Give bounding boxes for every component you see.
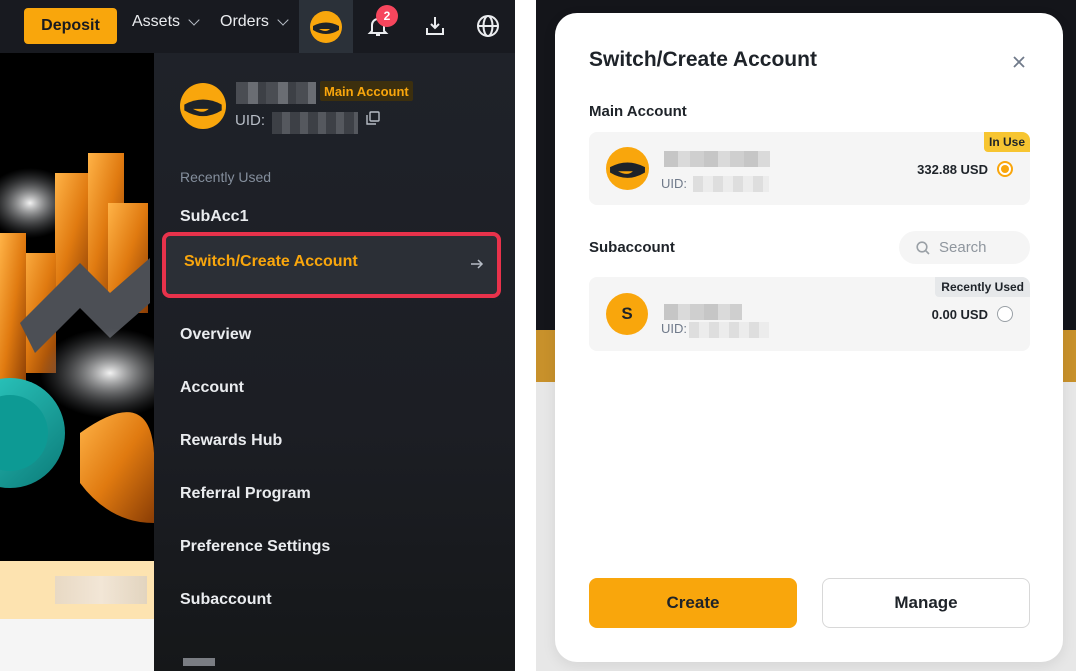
redacted-uid [689, 322, 769, 338]
create-button[interactable]: Create [589, 578, 797, 628]
redacted-uid [272, 112, 358, 134]
search-icon [916, 240, 930, 255]
main-account-tag: Main Account [320, 81, 413, 101]
uid-label: UID: [661, 176, 687, 191]
search-input[interactable] [939, 239, 1019, 256]
redacted-account-name [664, 151, 770, 167]
switch-create-account-modal: Switch/Create Account Main Account In Us… [555, 13, 1063, 662]
deposit-button[interactable]: Deposit [24, 8, 117, 44]
menu-item-referral-program[interactable]: Referral Program [180, 485, 311, 503]
menu-item-rewards-hub[interactable]: Rewards Hub [180, 432, 282, 450]
redacted-account-name [664, 304, 742, 320]
switch-create-label: Switch/Create Account [184, 253, 358, 270]
avatar-icon [606, 147, 649, 190]
arrow-right-icon [469, 256, 485, 277]
recent-subaccount-item[interactable]: SubAcc1 [180, 208, 248, 226]
redacted-username [236, 82, 316, 104]
manage-button[interactable]: Manage [822, 578, 1030, 628]
redacted-menu-item [183, 658, 215, 666]
notification-badge: 2 [376, 5, 398, 27]
subaccount-avatar: S [606, 293, 648, 335]
account-avatar [606, 147, 649, 195]
chevron-down-icon [277, 14, 289, 26]
divider-gap [515, 0, 536, 671]
download-icon[interactable] [421, 12, 449, 40]
assets-menu[interactable]: Assets [132, 13, 200, 31]
recently-used-label: Recently Used [180, 169, 272, 185]
account-balance: 0.00 USD [931, 307, 988, 322]
promo-illustration [0, 153, 154, 523]
content-strip [0, 619, 154, 671]
main-account-section-title: Main Account [589, 103, 687, 120]
assets-label: Assets [132, 13, 181, 30]
menu-item-account[interactable]: Account [180, 379, 244, 397]
redacted-uid [693, 176, 769, 192]
uid-label: UID: [235, 112, 265, 129]
redacted-text [55, 576, 147, 604]
subaccount-search[interactable] [899, 231, 1030, 264]
subaccount-card[interactable]: Recently Used S UID: 0.00 USD [589, 277, 1030, 351]
screenshot-root: Deposit Assets Orders 2 Main Account UID… [0, 0, 1076, 671]
orders-menu[interactable]: Orders [220, 13, 289, 31]
modal-title: Switch/Create Account [589, 48, 817, 71]
uid-label: UID: [661, 321, 687, 336]
avatar-icon [310, 10, 342, 43]
copy-icon[interactable] [366, 111, 380, 130]
switch-create-account-item[interactable]: Switch/Create Account [162, 232, 501, 298]
menu-item-subaccount[interactable]: Subaccount [180, 591, 272, 609]
menu-item-overview[interactable]: Overview [180, 326, 251, 344]
account-avatar [180, 83, 226, 134]
in-use-badge: In Use [983, 132, 1030, 152]
globe-icon[interactable] [474, 12, 502, 40]
orders-label: Orders [220, 13, 269, 30]
recently-used-badge: Recently Used [935, 277, 1030, 297]
subaccount-section-title: Subaccount [589, 239, 675, 256]
account-dropdown: Main Account UID: Recently Used SubAcc1 … [154, 53, 515, 671]
account-balance: 332.88 USD [917, 162, 988, 177]
top-navbar: Deposit Assets Orders 2 [0, 0, 515, 53]
account-radio-selected[interactable] [997, 161, 1013, 177]
hero-artwork [0, 53, 154, 561]
avatar-icon [180, 83, 226, 129]
main-account-card[interactable]: In Use UID: 332.88 USD [589, 132, 1030, 205]
account-radio[interactable] [997, 306, 1013, 322]
exchange-panel: Deposit Assets Orders 2 Main Account UID… [0, 0, 515, 671]
chevron-down-icon [188, 14, 200, 26]
menu-item-preference-settings[interactable]: Preference Settings [180, 538, 330, 556]
account-avatar-button[interactable] [299, 0, 353, 53]
close-icon[interactable] [1011, 54, 1027, 70]
